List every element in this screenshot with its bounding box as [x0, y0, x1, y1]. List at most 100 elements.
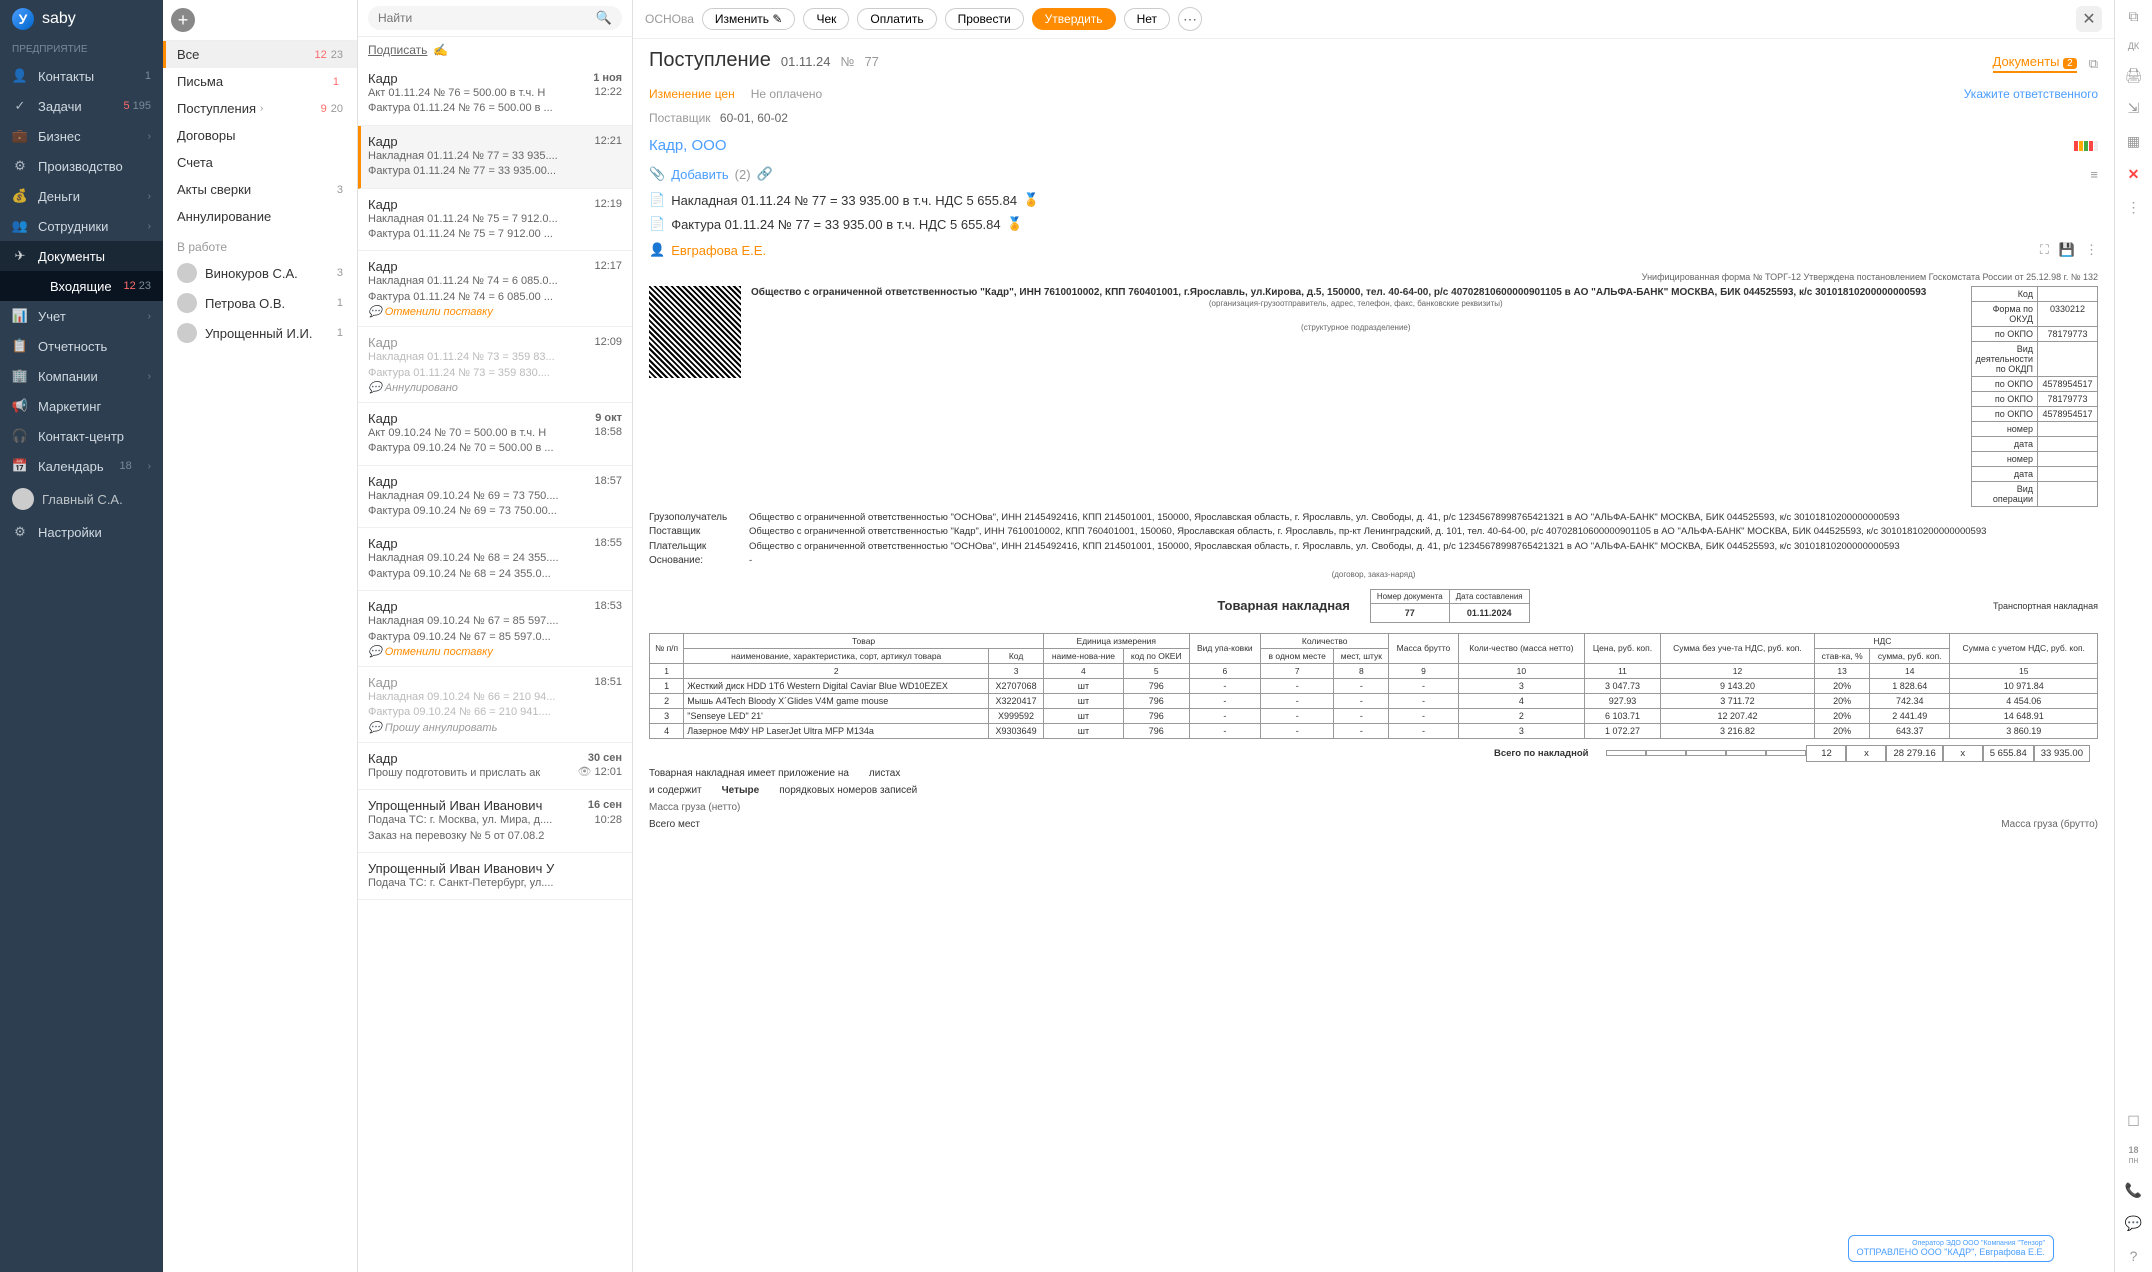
conduct-button[interactable]: Провести	[945, 8, 1024, 30]
dk-icon[interactable]: ДК	[2128, 41, 2139, 51]
table-row: 4Лазерное МФУ HP LaserJet Ultra MFP M134…	[650, 723, 2098, 738]
list-item[interactable]: 12:19КадрНакладная 01.11.24 № 75 = 7 912…	[358, 189, 632, 252]
share-icon[interactable]: ⇲	[2128, 100, 2140, 117]
nav-Отчетность[interactable]: 📋Отчетность	[0, 331, 163, 361]
add-row[interactable]: 📎 Добавить (2) 🔗 ≡	[633, 160, 2114, 188]
close-button[interactable]: ✕	[2076, 6, 2102, 32]
more-vertical-icon[interactable]: ⋮	[2085, 242, 2098, 258]
search-icon[interactable]: 🔍	[596, 10, 612, 26]
nav-Производство[interactable]: ⚙Производство	[0, 151, 163, 181]
nav-icon: 🏢	[12, 368, 28, 384]
more-icon[interactable]: ⋯	[1178, 7, 1202, 31]
note-icon[interactable]: ☐	[2127, 1113, 2140, 1130]
list-item[interactable]: 18:53КадрНакладная 09.10.24 № 67 = 85 59…	[358, 591, 632, 667]
status-responsible-link[interactable]: Укажите ответственного	[1964, 87, 2098, 101]
nav-Задачи[interactable]: ✓Задачи5 195	[0, 91, 163, 121]
avatar	[177, 293, 197, 313]
nav-Календарь[interactable]: 📅Календарь18›	[0, 451, 163, 481]
list-item[interactable]: 18:51КадрНакладная 09.10.24 № 66 = 210 9…	[358, 667, 632, 743]
folder-Акты сверки[interactable]: Акты сверки3	[163, 176, 357, 203]
folder-Поступления[interactable]: Поступления›920	[163, 95, 357, 122]
print-icon[interactable]: 🖨	[2125, 67, 2143, 84]
edit-button[interactable]: Изменить ✎	[702, 8, 796, 30]
list-item[interactable]: 12:17КадрНакладная 01.11.24 № 74 = 6 085…	[358, 251, 632, 327]
nav-Входящие[interactable]: Входящие12 23	[0, 271, 163, 301]
table-row: 2Мышь A4Tech Bloody X´Glides V4M game mo…	[650, 693, 2098, 708]
chevron-right-icon: ›	[148, 221, 151, 232]
user-row[interactable]: Главный С.А.	[0, 481, 163, 517]
sent-stamp: Оператор ЭДО ООО "Компания "Тензор" ОТПР…	[1848, 1235, 2054, 1262]
list-item[interactable]: 16 сен10:28Упрощенный Иван ИвановичПодач…	[358, 790, 632, 853]
medal-icon: 🏅	[1007, 216, 1023, 232]
approve-button[interactable]: Утвердить	[1032, 8, 1116, 30]
doc-line-2[interactable]: 📄 Фактура 01.11.24 № 77 = 33 935.00 в т.…	[633, 212, 2114, 236]
nav-Документы[interactable]: ✈Документы	[0, 241, 163, 271]
nav-Контакт-центр[interactable]: 🎧Контакт-центр	[0, 421, 163, 451]
calendar-badge[interactable]: 18 пн	[2128, 1146, 2138, 1166]
nav-Деньги[interactable]: 💰Деньги›	[0, 181, 163, 211]
list-item[interactable]: 30 сен👁12:01КадрПрошу подготовить и прис…	[358, 743, 632, 790]
detail-date: 01.11.24	[781, 54, 831, 69]
phone-icon[interactable]: 📞	[2125, 1182, 2142, 1199]
check-button[interactable]: Чек	[803, 8, 849, 30]
sign-link[interactable]: Подписать	[368, 43, 427, 57]
chat-icon[interactable]: 💬	[2125, 1215, 2142, 1232]
list-item[interactable]: 12:09КадрНакладная 01.11.24 № 73 = 359 8…	[358, 327, 632, 403]
torg-document: Унифицированная форма № ТОРГ-12 Утвержде…	[633, 264, 2114, 1272]
nav-Компании[interactable]: 🏢Компании›	[0, 361, 163, 391]
progress-indicator	[2074, 141, 2098, 151]
list-item[interactable]: 1 ноя12:22КадрАкт 01.11.24 № 76 = 500.00…	[358, 63, 632, 126]
no-button[interactable]: Нет	[1124, 8, 1170, 30]
inwork-user[interactable]: Упрощенный И.И.1	[163, 318, 357, 348]
new-window-icon[interactable]: ⧉	[2089, 56, 2098, 72]
nav-Контакты[interactable]: 👤Контакты1	[0, 61, 163, 91]
list-item[interactable]: 18:55КадрНакладная 09.10.24 № 68 = 24 35…	[358, 528, 632, 591]
nav-Бизнес[interactable]: 💼Бизнес›	[0, 121, 163, 151]
avatar	[177, 323, 197, 343]
table-row: 3"Senseye LED" 21'X999592шт796----26 103…	[650, 708, 2098, 723]
chevron-right-icon: ›	[148, 311, 151, 322]
nav-Маркетинг[interactable]: 📢Маркетинг	[0, 391, 163, 421]
nav-icon: 📢	[12, 398, 28, 414]
doc-line-1[interactable]: 📄 Накладная 01.11.24 № 77 = 33 935.00 в …	[633, 188, 2114, 212]
nav-icon: 💼	[12, 128, 28, 144]
expand-icon[interactable]: ⛶	[2040, 242, 2049, 258]
inwork-user[interactable]: Винокуров С.А.3	[163, 258, 357, 288]
more-icon[interactable]: ⋮	[2127, 199, 2141, 216]
search-input[interactable]	[378, 11, 590, 25]
nav-Учет[interactable]: 📊Учет›	[0, 301, 163, 331]
avatar	[177, 263, 197, 283]
folder-Договоры[interactable]: Договоры	[163, 122, 357, 149]
list-item[interactable]: Упрощенный Иван Иванович УПодача ТС: г. …	[358, 853, 632, 900]
folder-Счета[interactable]: Счета	[163, 149, 357, 176]
nav-Сотрудники[interactable]: 👥Сотрудники›	[0, 211, 163, 241]
list-item[interactable]: 18:57КадрНакладная 09.10.24 № 69 = 73 75…	[358, 466, 632, 529]
search-box[interactable]: 🔍	[368, 6, 622, 30]
tab-documents[interactable]: Документы 2	[1993, 54, 2077, 73]
menu-icon[interactable]: ≡	[2090, 167, 2098, 182]
barcode-icon[interactable]: ▦	[2127, 133, 2140, 150]
copy-icon[interactable]: ⧉	[2129, 8, 2139, 25]
document-list[interactable]: 1 ноя12:22КадрАкт 01.11.24 № 76 = 500.00…	[358, 63, 632, 1272]
list-item[interactable]: 9 окт18:58КадрАкт 09.10.24 № 70 = 500.00…	[358, 403, 632, 466]
folder-annul[interactable]: Аннулирование	[163, 203, 357, 230]
inwork-user[interactable]: Петрова О.В.1	[163, 288, 357, 318]
doc-icon: 📄	[649, 216, 665, 232]
folder-Все[interactable]: Все1223	[163, 41, 357, 68]
pay-button[interactable]: Оплатить	[857, 8, 936, 30]
add-button[interactable]: +	[171, 8, 195, 32]
detail-toolbar: ОСНОва Изменить ✎ Чек Оплатить Провести …	[633, 0, 2114, 39]
save-icon[interactable]: 💾	[2059, 242, 2075, 258]
nav-settings[interactable]: ⚙ Настройки	[0, 517, 163, 547]
chevron-right-icon: ›	[148, 131, 151, 142]
folder-Письма[interactable]: Письма1	[163, 68, 357, 95]
list-item[interactable]: 12:21КадрНакладная 01.11.24 № 77 = 33 93…	[358, 126, 632, 189]
person-icon: 👤	[649, 242, 665, 258]
approver-row[interactable]: 👤 Евграфова Е.Е. ⛶ 💾 ⋮	[633, 236, 2114, 264]
link-icon[interactable]: 🔗	[757, 166, 773, 182]
logo-row: У saby	[0, 0, 163, 38]
logo-text: saby	[42, 10, 76, 28]
company-link[interactable]: Кадр, ООО	[649, 137, 727, 154]
help-icon[interactable]: ?	[2130, 1248, 2138, 1264]
delete-icon[interactable]: ✕	[2128, 166, 2140, 183]
